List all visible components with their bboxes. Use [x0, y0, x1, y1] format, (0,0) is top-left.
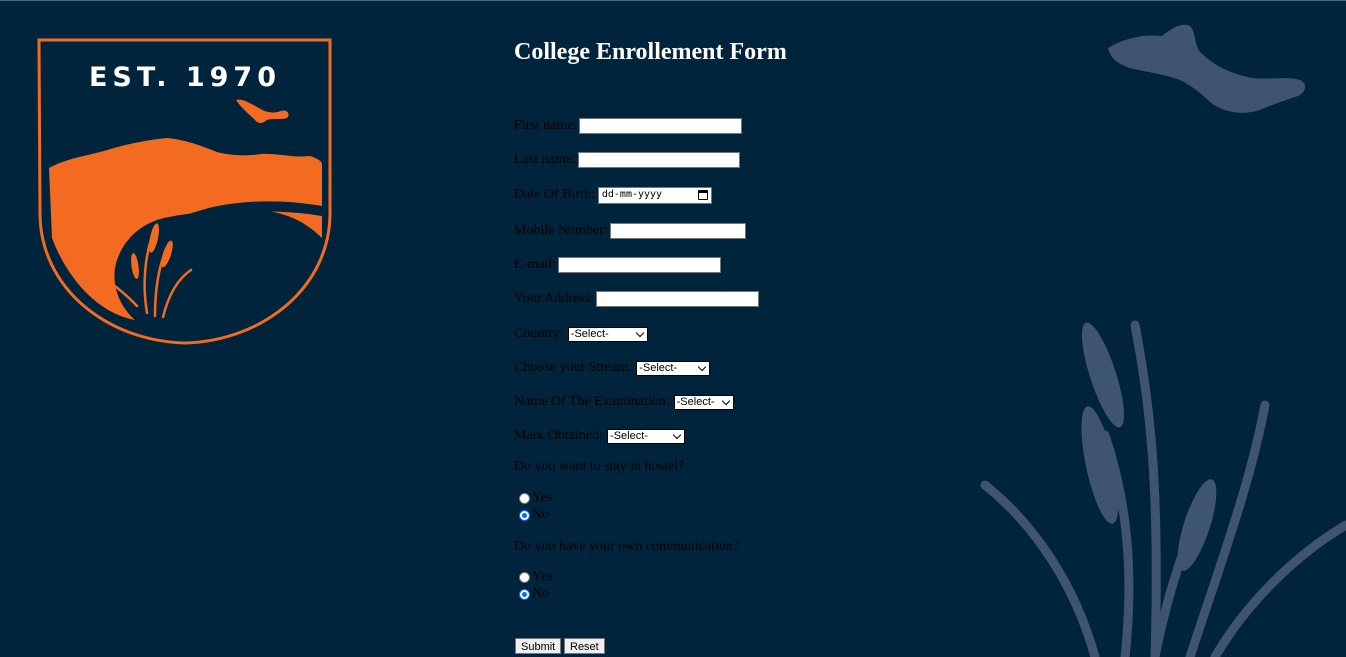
marks-row: Mark Obtained: -Select-	[514, 427, 686, 445]
marks-label: Mark Obtained:	[514, 428, 604, 443]
last-name-input[interactable]	[577, 152, 740, 168]
first-name-input[interactable]	[579, 118, 743, 134]
exam-label: Name Of The Examination:	[514, 394, 670, 409]
hostel-no-option[interactable]: No	[519, 507, 549, 523]
last-name-row: Last name:	[514, 151, 740, 169]
hostel-yes-label: Yes	[532, 490, 553, 505]
stream-row: Choose your Stream: -Select-	[514, 359, 711, 377]
dob-label: Date Of Birth:	[514, 187, 595, 202]
crest-est-text: EST. 1970	[89, 62, 281, 93]
exam-row: Name Of The Examination: -Select-	[514, 393, 734, 411]
exam-select[interactable]: -Select-	[673, 394, 734, 410]
hostel-yes-option[interactable]: Yes	[519, 490, 552, 506]
first-name-label: First name:	[514, 118, 578, 133]
communication-yes-radio[interactable]	[519, 571, 530, 583]
email-input[interactable]	[558, 257, 721, 273]
marks-select[interactable]: -Select-	[607, 428, 686, 444]
country-label: Country:	[514, 326, 564, 341]
last-name-label: Last name:	[514, 152, 576, 167]
chevron-down-icon	[635, 328, 645, 337]
stream-selected-value: -Select-	[639, 362, 678, 374]
country-row: Country: -Select-	[514, 325, 648, 343]
hostel-question: Do you want to stay in hostel?	[514, 459, 685, 474]
dob-placeholder: dd-mm-yyyy	[601, 189, 663, 200]
email-row: E-mail:	[514, 256, 721, 274]
address-input[interactable]	[595, 291, 759, 307]
marks-selected-value: -Select-	[610, 430, 648, 442]
mobile-row: Mobile Number:	[514, 222, 746, 240]
communication-no-option[interactable]: No	[519, 586, 549, 602]
mobile-number-input[interactable]	[609, 223, 746, 239]
first-name-row: First name:	[514, 117, 743, 135]
communication-no-radio[interactable]	[519, 588, 530, 600]
country-select[interactable]: -Select-	[567, 326, 648, 342]
calendar-icon[interactable]	[697, 190, 708, 200]
background-reeds-graphic	[980, 320, 1346, 657]
address-label: Your Address:	[514, 291, 594, 306]
address-row: Your Address:	[514, 290, 759, 308]
submit-button[interactable]: Submit	[515, 638, 562, 654]
hostel-no-radio[interactable]	[519, 509, 530, 521]
chevron-down-icon	[672, 430, 682, 439]
stream-select[interactable]: -Select-	[636, 360, 711, 376]
communication-no-label: No	[532, 586, 550, 601]
mobile-label: Mobile Number:	[514, 223, 608, 238]
background-eagle-graphic	[1108, 24, 1306, 113]
top-border	[0, 0, 1346, 1]
reset-button[interactable]: Reset	[564, 638, 605, 654]
email-label: E-mail:	[514, 257, 556, 272]
hostel-yes-radio[interactable]	[519, 492, 530, 504]
communication-question-row: Do you have your own communication?	[514, 538, 739, 556]
exam-selected-value: -Select-	[676, 396, 715, 408]
country-selected-value: -Select-	[570, 328, 609, 340]
communication-yes-label: Yes	[532, 569, 553, 584]
communication-yes-option[interactable]: Yes	[519, 569, 552, 585]
hostel-no-label: No	[532, 507, 550, 522]
form-title: College Enrollement Form	[514, 39, 787, 65]
dob-date-input[interactable]: dd-mm-yyyy	[597, 186, 712, 204]
chevron-down-icon	[697, 362, 707, 371]
hostel-question-row: Do you want to stay in hostel?	[514, 458, 684, 476]
chevron-down-icon	[721, 396, 730, 405]
stream-label: Choose your Stream:	[514, 360, 633, 375]
college-crest-logo: EST. 1970	[37, 38, 332, 345]
dob-row: Date Of Birth: dd-mm-yyyy	[514, 186, 712, 204]
communication-question: Do you have your own communication?	[514, 539, 740, 554]
